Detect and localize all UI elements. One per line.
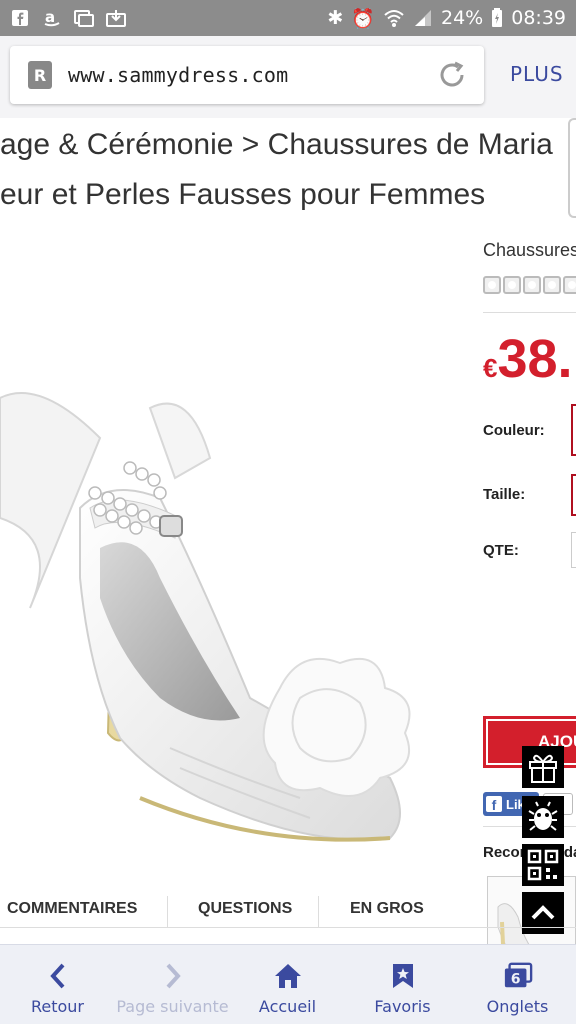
back-label: Retour	[30, 997, 85, 1016]
url-text[interactable]: www.sammydress.com	[68, 63, 288, 87]
price-amount: 38.	[497, 329, 573, 389]
qr-code-icon[interactable]	[522, 844, 564, 886]
size-selector[interactable]	[571, 474, 576, 516]
bug-report-icon[interactable]	[522, 796, 564, 838]
home-label: Accueil	[258, 997, 317, 1016]
quantity-label: QTE:	[483, 542, 519, 559]
gift-icon[interactable]	[522, 746, 564, 788]
browser-toolbar: R www.sammydress.com PLUS	[0, 36, 576, 118]
tabs-button[interactable]: 6 Onglets	[460, 945, 575, 1025]
size-label: Taille:	[483, 486, 526, 503]
product-tabs: COMMENTAIRES QUESTIONS EN GROS	[0, 886, 576, 928]
clock: 08:39	[511, 7, 566, 29]
forward-button[interactable]: Page suivante	[115, 945, 230, 1025]
color-label: Couleur:	[483, 422, 545, 439]
facebook-icon: f	[486, 796, 502, 812]
amazon-notification-icon: a	[42, 8, 62, 28]
tab-questions[interactable]: QUESTIONS	[198, 900, 292, 918]
star-icon	[483, 276, 501, 294]
star-icon	[563, 276, 576, 294]
bookmarks-label: Favoris	[374, 997, 431, 1016]
tab-comments[interactable]: COMMENTAIRES	[7, 900, 137, 918]
site-favicon-icon: R	[28, 61, 52, 89]
wifi-icon	[384, 10, 404, 27]
star-icon	[523, 276, 541, 294]
tab-separator	[318, 896, 319, 928]
product-price: €38.	[483, 328, 573, 390]
facebook-notification-icon	[10, 8, 30, 28]
status-bar: a ✱ ⏰ 24% 08:39	[0, 0, 576, 36]
home-icon	[273, 961, 303, 991]
signal-icon	[415, 10, 431, 26]
svg-text:a: a	[45, 8, 55, 26]
image-notification-icon	[74, 8, 94, 28]
tab-separator	[167, 896, 168, 928]
tab-wholesale[interactable]: EN GROS	[350, 900, 424, 918]
tabs-count: 6	[510, 972, 520, 988]
divider	[483, 312, 576, 313]
star-icon	[503, 276, 521, 294]
home-button[interactable]: Accueil	[230, 945, 345, 1025]
quantity-input[interactable]	[571, 532, 576, 568]
browser-bottom-nav: Retour Page suivante Accueil Favoris 6 O…	[0, 944, 576, 1024]
bookmark-star-icon	[388, 961, 418, 991]
price-currency: €	[483, 353, 498, 383]
address-bar[interactable]: R www.sammydress.com	[10, 46, 484, 104]
forward-label: Page suivante	[116, 997, 229, 1016]
battery-charging-icon	[492, 8, 503, 27]
download-notification-icon	[106, 8, 126, 28]
bluetooth-icon: ✱	[327, 7, 344, 29]
alarm-icon: ⏰	[351, 7, 375, 30]
breadcrumb[interactable]: age & Cérémonie > Chaussures de Maria	[0, 128, 553, 162]
product-name: Chaussures	[483, 240, 576, 260]
tabs-label: Onglets	[486, 997, 549, 1016]
web-page: age & Cérémonie > Chaussures de Maria eu…	[0, 118, 576, 944]
product-title: eur et Perles Fausses pour Femmes	[0, 178, 486, 211]
scroll-indicator	[568, 118, 576, 218]
more-button[interactable]: PLUS	[510, 62, 564, 86]
bookmarks-button[interactable]: Favoris	[345, 945, 460, 1025]
rating-stars	[483, 276, 576, 294]
chevron-right-icon	[158, 961, 188, 991]
product-image[interactable]	[0, 278, 470, 898]
back-button[interactable]: Retour	[0, 945, 115, 1025]
battery-percent: 24%	[441, 7, 484, 29]
star-icon	[543, 276, 561, 294]
chevron-left-icon	[43, 961, 73, 991]
tabs-icon: 6	[503, 961, 533, 991]
reload-icon[interactable]	[436, 59, 468, 91]
color-selector[interactable]	[571, 404, 576, 456]
